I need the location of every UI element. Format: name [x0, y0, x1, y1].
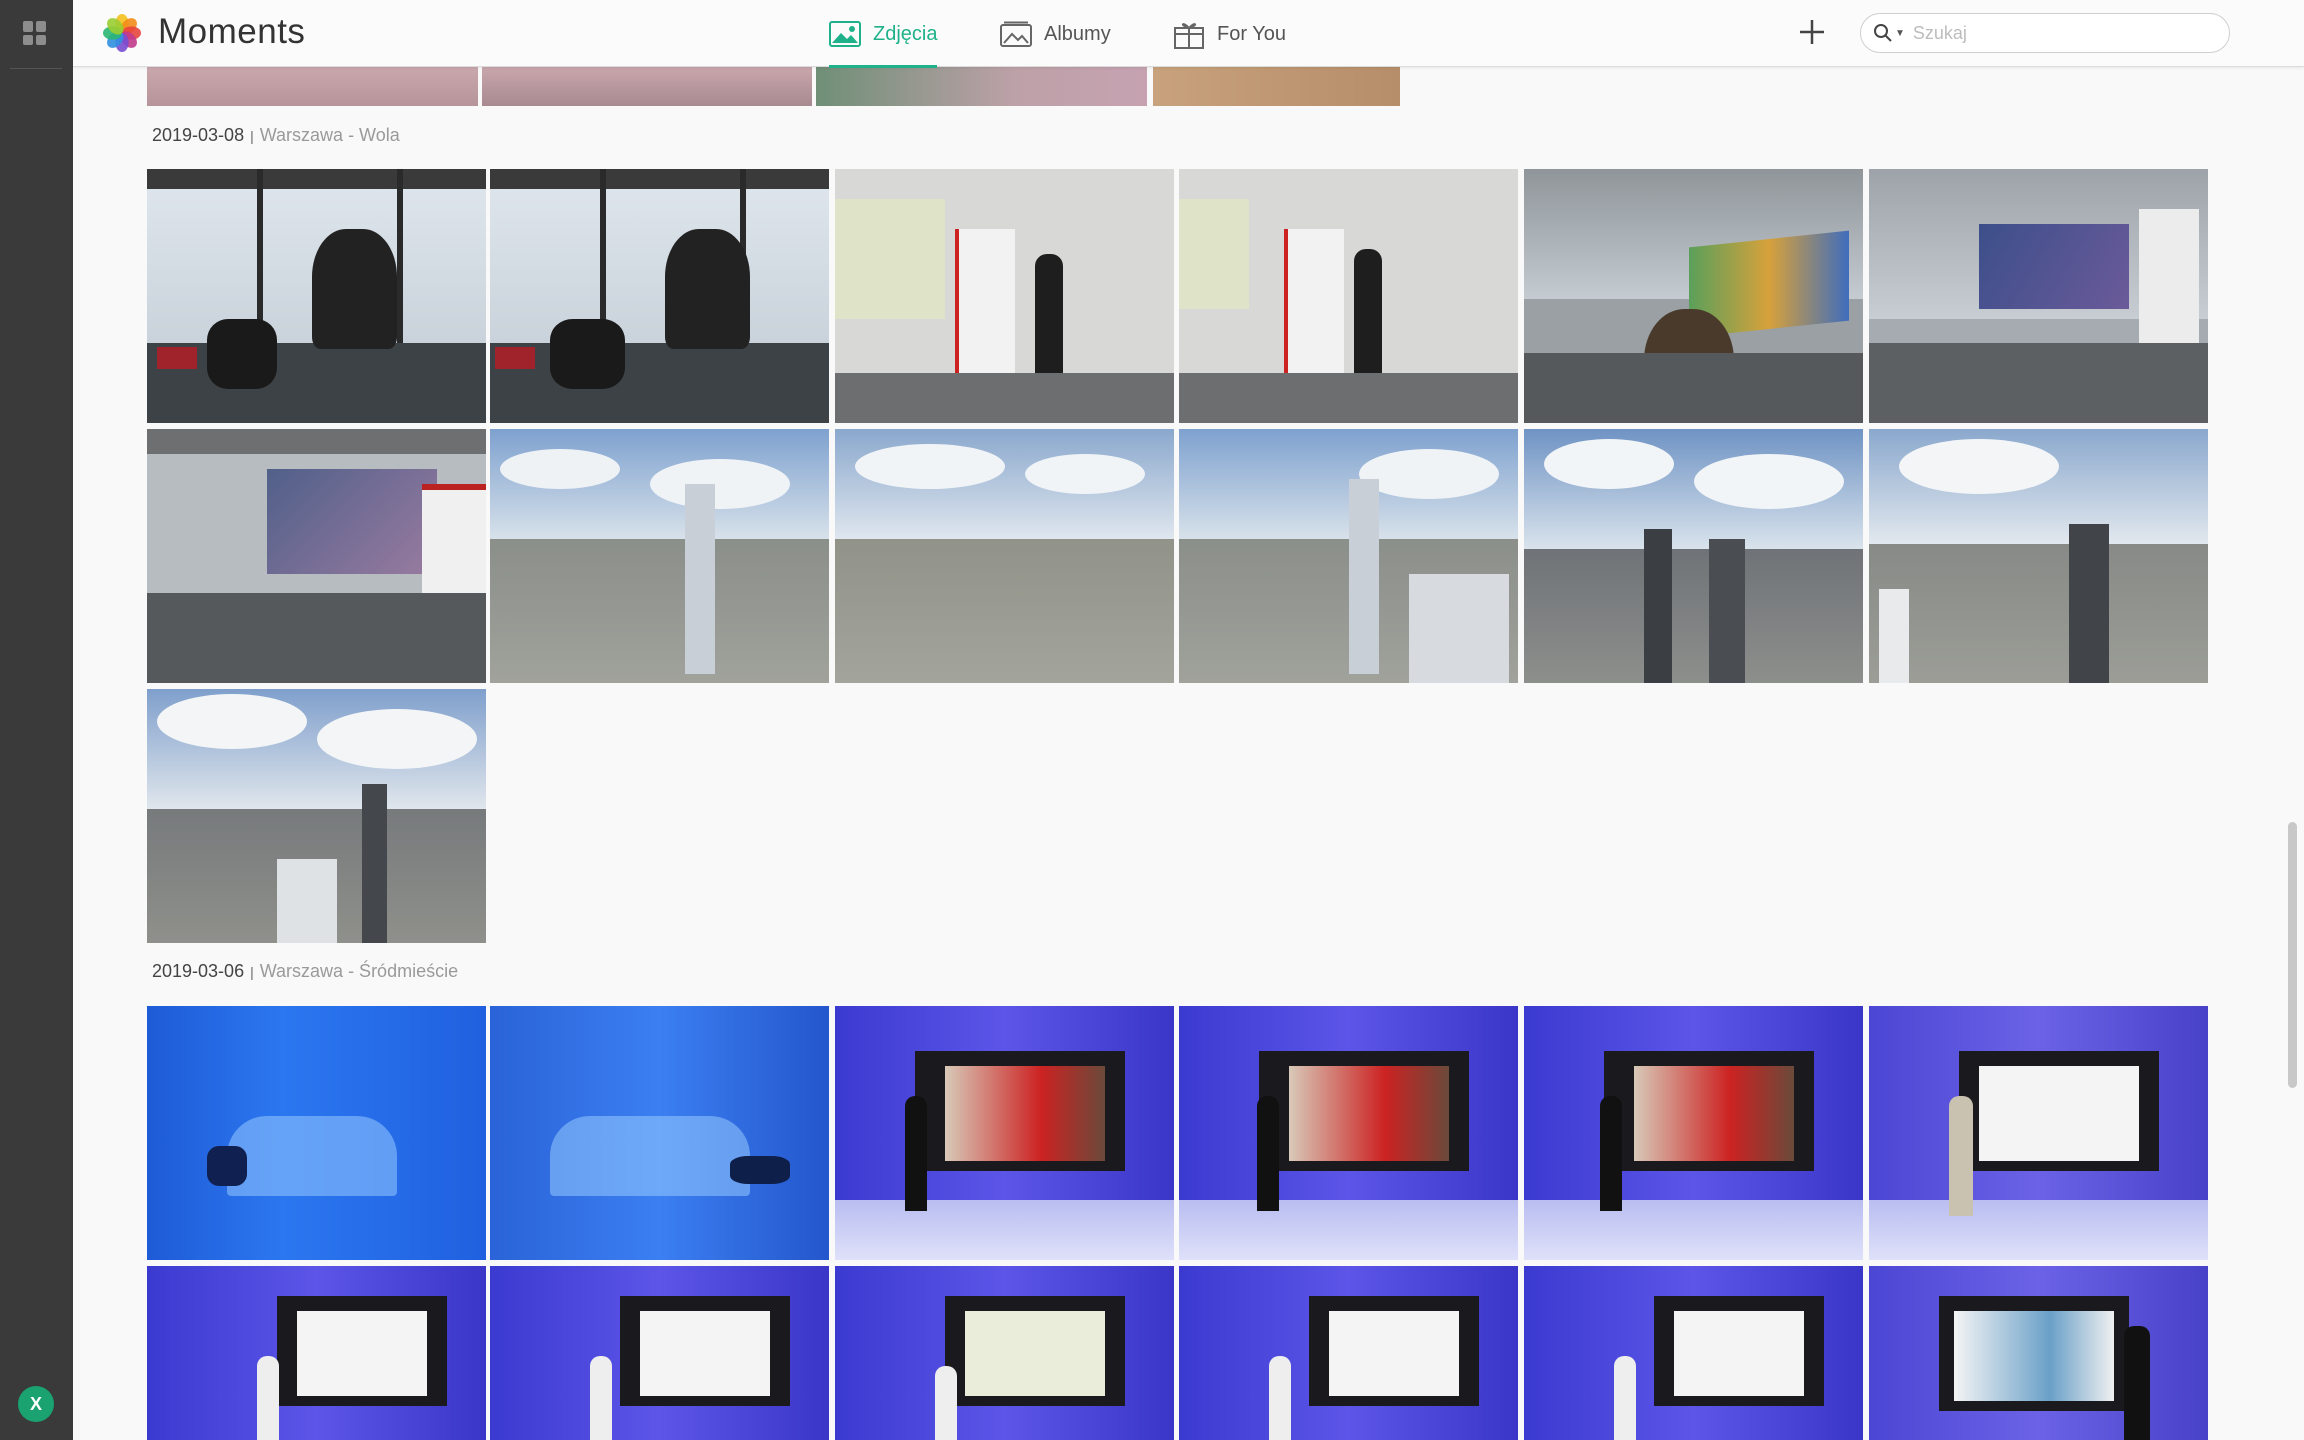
chevron-down-icon[interactable]: ▼ [1895, 28, 1905, 39]
photo-thumbnail[interactable] [1524, 429, 1863, 683]
tab-label: For You [1217, 22, 1286, 45]
search-icon[interactable] [1873, 23, 1893, 43]
apps-grid-icon[interactable] [23, 21, 47, 45]
tab-albums[interactable]: Albumy [1000, 18, 1111, 50]
separator: | [250, 128, 254, 144]
rail-divider [10, 68, 62, 69]
photo-thumbnail[interactable] [1869, 169, 2208, 423]
user-avatar[interactable]: X [18, 1386, 54, 1422]
photo-thumbnail[interactable] [147, 429, 486, 683]
album-icon [1000, 21, 1032, 47]
photo-icon [829, 21, 861, 47]
photo-thumbnail[interactable] [835, 429, 1174, 683]
section-header: 2019-03-06 | Warszawa - Śródmieście [152, 961, 458, 982]
gift-icon [1174, 23, 1204, 49]
section-date: 2019-03-08 [152, 125, 245, 145]
photo-thumbnail[interactable] [1524, 1006, 1863, 1260]
photo-thumbnail[interactable] [147, 169, 486, 423]
photo-thumbnail[interactable] [835, 169, 1174, 423]
scrollbar-thumb[interactable] [2288, 822, 2297, 1088]
left-rail: X [0, 0, 73, 1440]
photo-thumbnail[interactable] [835, 1266, 1174, 1440]
section-header: 2019-03-08 | Warszawa - Wola [152, 125, 400, 146]
tab-label: Zdjęcia [873, 22, 938, 45]
photo-thumbnail[interactable] [147, 689, 486, 943]
photo-thumbnail[interactable] [835, 1006, 1174, 1260]
photo-thumbnail[interactable] [490, 169, 829, 423]
separator: | [250, 964, 254, 980]
photo-thumbnail[interactable] [1869, 1266, 2208, 1440]
search-input[interactable] [1912, 22, 2203, 44]
photo-thumbnail[interactable] [490, 1266, 829, 1440]
tab-for-you[interactable]: For You [1173, 18, 1286, 50]
section-date: 2019-03-06 [152, 961, 245, 981]
search-box[interactable]: ▼ [1860, 13, 2230, 53]
photo-thumbnail[interactable] [1179, 1266, 1518, 1440]
top-bar: Moments Zdjęcia Albumy For You ▼ Szukaj [73, 0, 2304, 68]
photo-thumbnail[interactable] [490, 1006, 829, 1260]
photo-thumbnail[interactable] [816, 67, 1147, 106]
add-icon[interactable] [1795, 15, 1829, 49]
photo-thumbnail[interactable] [147, 67, 478, 106]
photo-thumbnail[interactable] [1869, 429, 2208, 683]
photo-thumbnail[interactable] [1153, 67, 1400, 106]
photo-stream: 2019-03-08 | Warszawa - Wola 2019-03-06 … [73, 0, 2304, 1440]
photo-thumbnail[interactable] [1869, 1006, 2208, 1260]
photo-thumbnail[interactable] [1179, 429, 1518, 683]
photo-thumbnail[interactable] [1179, 1006, 1518, 1260]
photo-thumbnail[interactable] [1179, 169, 1518, 423]
photo-thumbnail[interactable] [482, 67, 812, 106]
photo-thumbnail[interactable] [147, 1006, 486, 1260]
photo-thumbnail[interactable] [490, 429, 829, 683]
photo-thumbnail[interactable] [1524, 169, 1863, 423]
moments-logo-icon [103, 14, 141, 52]
app-title: Moments [158, 12, 306, 51]
tab-label: Albumy [1044, 22, 1111, 45]
section-location[interactable]: Warszawa - Śródmieście [260, 961, 458, 981]
photo-thumbnail[interactable] [147, 1266, 486, 1440]
section-location[interactable]: Warszawa - Wola [260, 125, 400, 145]
photo-thumbnail[interactable] [1524, 1266, 1863, 1440]
tab-photos[interactable]: Zdjęcia [829, 18, 938, 68]
